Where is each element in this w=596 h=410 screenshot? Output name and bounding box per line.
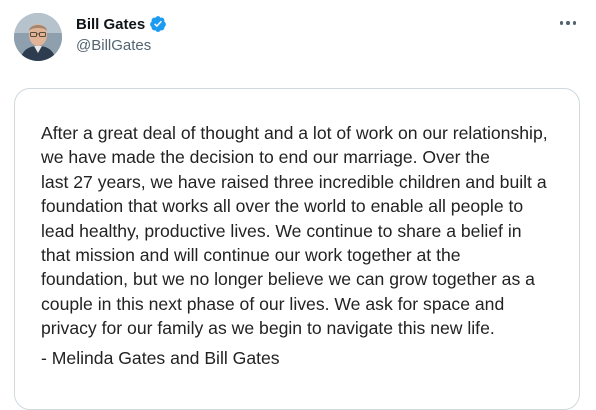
more-dot [572,21,577,25]
author-display-name[interactable]: Bill Gates [76,16,145,33]
more-dot [566,21,570,25]
statement-text: After a great deal of thought and a lot … [41,123,548,339]
more-options-button[interactable] [556,13,580,33]
tweet-image-card[interactable]: After a great deal of thought and a lot … [14,88,580,410]
verified-badge-icon [149,15,167,33]
more-horizontal-icon [559,21,564,25]
avatar[interactable] [14,13,62,61]
profile-photo-icon [14,13,62,61]
author-handle[interactable]: @BillGates [76,37,151,54]
tweet: Bill Gates @BillGates After a great deal… [0,0,596,410]
author-name-row: Bill Gates [76,15,167,33]
signature-text: - Melinda Gates and Bill Gates [41,348,280,368]
